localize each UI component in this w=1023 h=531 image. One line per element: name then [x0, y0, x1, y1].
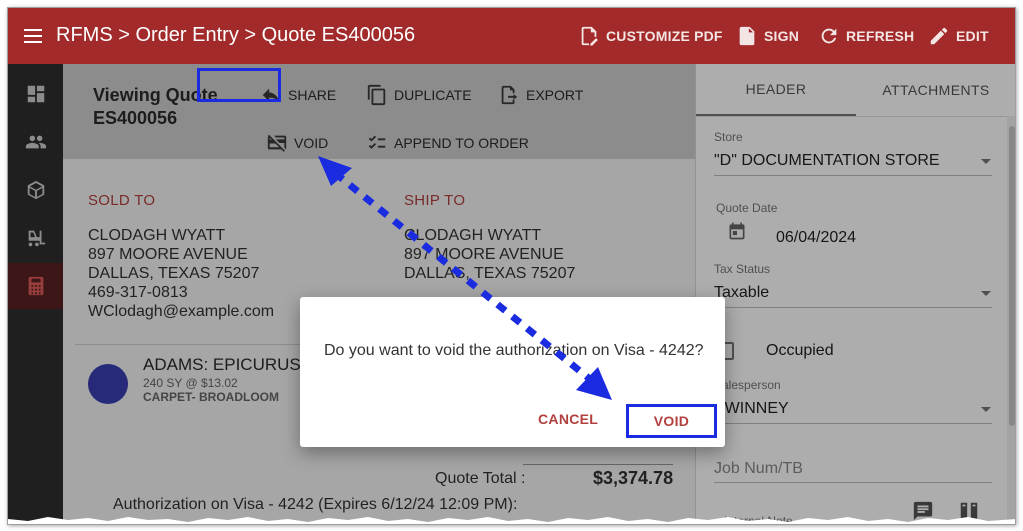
refresh-icon [821, 28, 837, 44]
sign-button[interactable]: SIGN [736, 22, 799, 50]
refresh-button[interactable]: REFRESH [818, 22, 914, 50]
dialog-message: Do you want to void the authorization on… [324, 342, 704, 359]
pencil-icon [930, 27, 948, 45]
refresh-label: REFRESH [846, 28, 915, 44]
customize-pdf-button[interactable]: CUSTOMIZE PDF [578, 22, 723, 50]
cancel-button[interactable]: CANCEL [538, 411, 598, 427]
app-window: RFMS > Order Entry > Quote ES400056 CUST… [7, 7, 1016, 525]
customize-pdf-label: CUSTOMIZE PDF [606, 28, 723, 44]
void-highlight-box [197, 68, 281, 102]
menu-icon[interactable] [24, 28, 44, 44]
pdf-sign-icon [739, 26, 755, 46]
edit-label: EDIT [956, 28, 989, 44]
modal-overlay [8, 64, 1015, 524]
pdf-edit-icon [581, 26, 598, 46]
torn-edge [8, 517, 1015, 524]
void-confirm-dialog: Do you want to void the authorization on… [300, 297, 725, 447]
edit-button[interactable]: EDIT [928, 22, 989, 50]
void-confirm-button[interactable]: VOID [626, 404, 717, 438]
sign-label: SIGN [764, 28, 800, 44]
top-app-bar: RFMS > Order Entry > Quote ES400056 CUST… [8, 8, 1015, 64]
breadcrumb: RFMS > Order Entry > Quote ES400056 [56, 24, 416, 46]
